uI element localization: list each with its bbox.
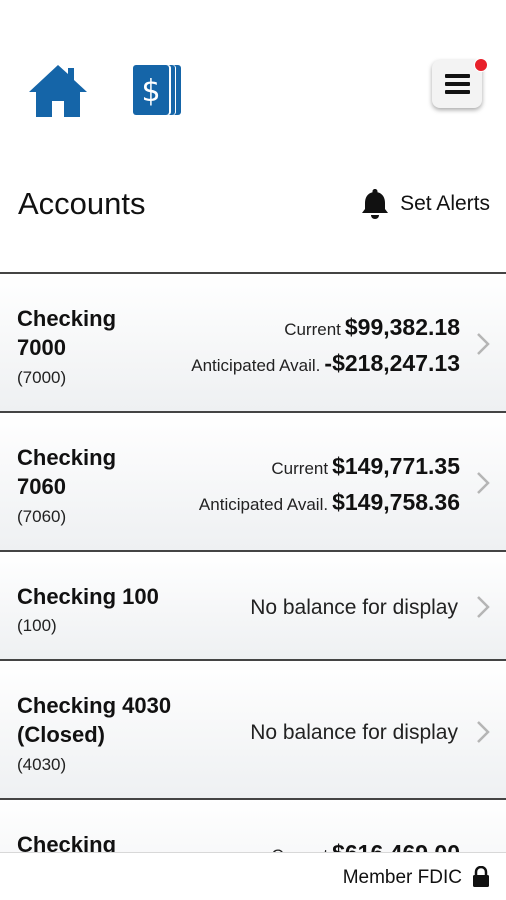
- notification-badge: [474, 58, 488, 72]
- no-balance-text: No balance for display: [250, 721, 458, 744]
- current-balance: Current $149,771.35: [271, 453, 460, 479]
- chevron-right-icon: [477, 472, 490, 494]
- account-row[interactable]: Checking 100 (100) No balance for displa…: [0, 550, 506, 660]
- dollar-cards-icon: $: [133, 65, 181, 115]
- footer: Cullman Savings Bank Member FDIC: [0, 852, 506, 900]
- anticipated-balance: Anticipated Avail. $149,758.36: [198, 489, 460, 515]
- hamburger-menu-icon: [445, 74, 470, 94]
- top-nav: $: [0, 0, 506, 150]
- bank-name: Cullman Savings Bank: [18, 866, 180, 883]
- bell-icon: [362, 189, 389, 219]
- set-alerts-button[interactable]: Set Alerts: [360, 187, 490, 221]
- page-title: Accounts: [18, 186, 146, 221]
- chevron-right-icon: [477, 596, 490, 618]
- lock-icon: [473, 866, 489, 887]
- svg-text:$: $: [141, 74, 160, 109]
- account-row[interactable]: Checking 7060 (7060) Current $149,771.35…: [0, 411, 506, 551]
- chevron-right-icon: [477, 721, 490, 743]
- account-number: (4030): [17, 755, 67, 774]
- member-fdic-label: Member FDIC: [342, 867, 462, 888]
- account-number: (7060): [17, 507, 67, 526]
- no-balance-text: No balance for display: [250, 596, 458, 619]
- account-name: Checking 7060: [17, 445, 117, 499]
- account-name: Checking 100: [17, 584, 159, 609]
- current-balance: Current $99,382.18: [284, 314, 460, 340]
- accounts-button[interactable]: $: [131, 62, 183, 118]
- set-alerts-label: Set Alerts: [400, 192, 490, 215]
- home-icon: [29, 65, 87, 117]
- home-button[interactable]: [27, 63, 89, 119]
- account-name: Checking 7000: [17, 306, 117, 360]
- account-row[interactable]: Checking 4030 (Closed) (4030) No balance…: [0, 659, 506, 799]
- account-name: Checking 4030 (Closed): [17, 693, 172, 747]
- anticipated-balance: Anticipated Avail. -$218,247.13: [191, 350, 460, 376]
- account-number: (7000): [17, 368, 67, 387]
- chevron-right-icon: [477, 333, 490, 355]
- account-row[interactable]: Checking 7000 (7000) Current $99,382.18 …: [0, 272, 506, 412]
- account-number: (100): [17, 616, 57, 635]
